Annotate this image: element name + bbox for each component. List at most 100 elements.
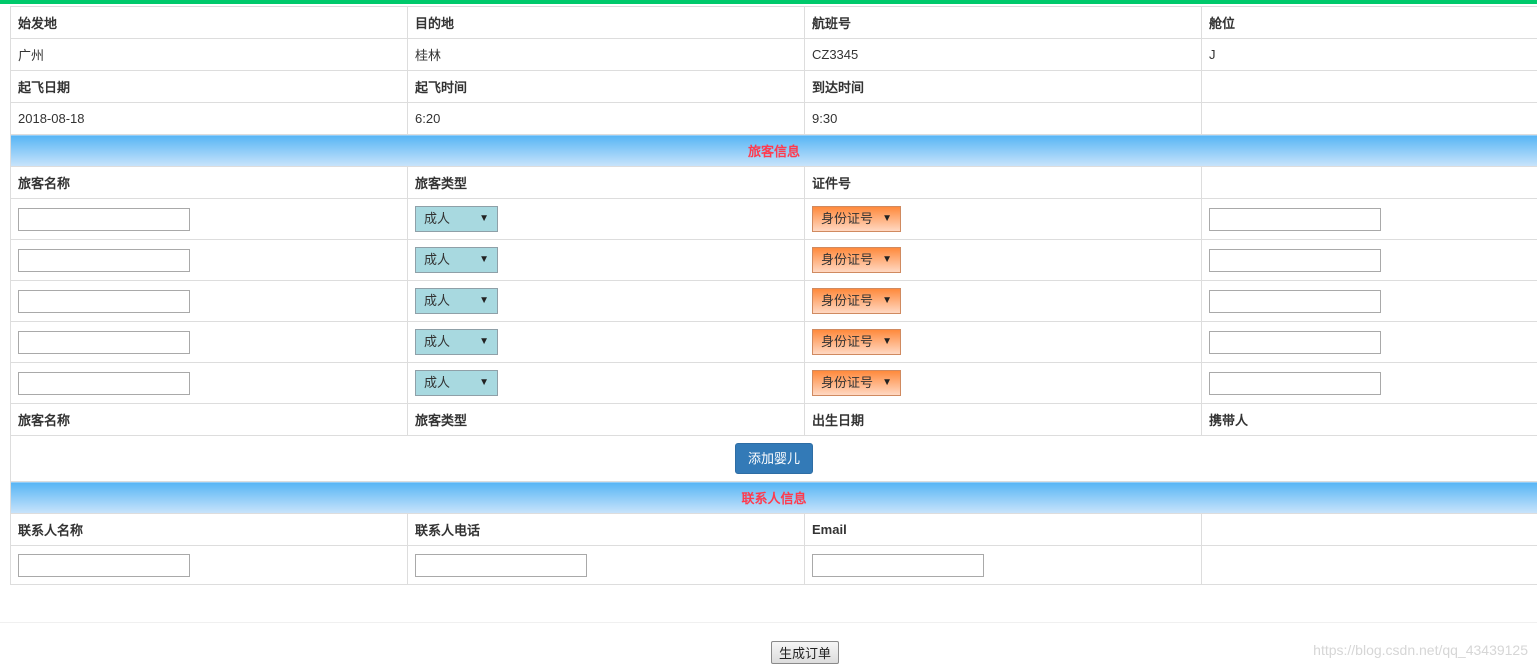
contact-header-row: 联系人名称 联系人电话 Email [10, 513, 1537, 546]
top-accent-bar [0, 0, 1537, 4]
order-form-table: 始发地 目的地 航班号 舱位 广州 桂林 CZ3345 J 起飞日期 起飞时间 … [10, 6, 1537, 585]
contact-name-input[interactable] [18, 553, 190, 577]
watermark: https://blog.csdn.net/qq_43439125 [1313, 642, 1528, 658]
id-number-cell [1201, 198, 1537, 240]
header-id-empty [1201, 166, 1537, 199]
chevron-down-icon: ▼ [882, 295, 892, 306]
value-arrival-time: 9:30 [804, 102, 1202, 135]
header-passenger-name: 旅客名称 [10, 166, 408, 199]
id-type-select[interactable]: 身份证号 ▼ [812, 329, 901, 355]
contact-name-cell [10, 545, 408, 585]
id-number-input[interactable] [1209, 330, 1381, 354]
generate-order-button[interactable]: 生成订单 [771, 641, 839, 664]
value-origin: 广州 [10, 38, 408, 71]
id-number-input[interactable] [1209, 248, 1381, 272]
id-type-cell: 身份证号 ▼ [804, 280, 1202, 322]
passenger-name-input[interactable] [18, 289, 190, 313]
passenger-name-cell [10, 280, 408, 322]
contact-input-row [10, 545, 1537, 585]
passenger-type-select[interactable]: 成人 ▼ [415, 370, 498, 396]
passenger-section-title: 旅客信息 [10, 134, 1537, 167]
passenger-name-input[interactable] [18, 330, 190, 354]
passenger-name-cell [10, 239, 408, 281]
passenger-row: 成人 ▼ 身份证号 ▼ [10, 362, 1537, 404]
passenger-section-row: 旅客信息 [10, 134, 1537, 167]
passenger-name-cell [10, 321, 408, 363]
value-departure-date: 2018-08-18 [10, 102, 408, 135]
passenger-name-cell [10, 198, 408, 240]
header-flight-number: 航班号 [804, 6, 1202, 39]
header-contact-email: Email [804, 513, 1202, 546]
header-birth-date: 出生日期 [804, 403, 1202, 436]
chevron-down-icon: ▼ [882, 213, 892, 224]
header-cabin: 舱位 [1201, 6, 1537, 39]
id-type-select[interactable]: 身份证号 ▼ [812, 288, 901, 314]
passenger-name-cell [10, 362, 408, 404]
passenger-row: 成人 ▼ 身份证号 ▼ [10, 239, 1537, 281]
passenger-type-select[interactable]: 成人 ▼ [415, 206, 498, 232]
footer-divider [0, 622, 1537, 623]
id-type-cell: 身份证号 ▼ [804, 362, 1202, 404]
value-departure-time: 6:20 [407, 102, 805, 135]
passenger-row: 成人 ▼ 身份证号 ▼ [10, 198, 1537, 240]
value-cabin: J [1201, 38, 1537, 71]
id-type-cell: 身份证号 ▼ [804, 239, 1202, 281]
id-type-select-value: 身份证号 [821, 293, 874, 308]
passenger-type-cell: 成人 ▼ [407, 321, 805, 363]
id-number-input[interactable] [1209, 207, 1381, 231]
passenger-type-cell: 成人 ▼ [407, 362, 805, 404]
add-infant-button[interactable]: 添加婴儿 [734, 443, 813, 474]
flight-time-value-row: 2018-08-18 6:20 9:30 [10, 102, 1537, 135]
flight-header-row: 始发地 目的地 航班号 舱位 [10, 6, 1537, 39]
header-destination: 目的地 [407, 6, 805, 39]
infant-header-row: 旅客名称 旅客类型 出生日期 携带人 [10, 403, 1537, 436]
id-number-cell [1201, 362, 1537, 404]
id-number-cell [1201, 239, 1537, 281]
id-type-cell: 身份证号 ▼ [804, 321, 1202, 363]
id-type-select[interactable]: 身份证号 ▼ [812, 370, 901, 396]
header-empty [1201, 70, 1537, 103]
header-contact-empty [1201, 513, 1537, 546]
chevron-down-icon: ▼ [479, 336, 489, 347]
header-departure-date: 起飞日期 [10, 70, 408, 103]
chevron-down-icon: ▼ [882, 377, 892, 388]
passenger-name-input[interactable] [18, 371, 190, 395]
passenger-type-select[interactable]: 成人 ▼ [415, 329, 498, 355]
passenger-type-select[interactable]: 成人 ▼ [415, 247, 498, 273]
header-origin: 始发地 [10, 6, 408, 39]
chevron-down-icon: ▼ [479, 213, 489, 224]
header-contact-phone: 联系人电话 [407, 513, 805, 546]
value-flight-number: CZ3345 [804, 38, 1202, 71]
contact-email-input[interactable] [812, 553, 984, 577]
contact-empty-cell [1201, 545, 1537, 585]
chevron-down-icon: ▼ [479, 377, 489, 388]
passenger-type-cell: 成人 ▼ [407, 280, 805, 322]
header-arrival-time: 到达时间 [804, 70, 1202, 103]
contact-email-cell [804, 545, 1202, 585]
id-number-input[interactable] [1209, 371, 1381, 395]
passenger-name-input[interactable] [18, 248, 190, 272]
passenger-name-input[interactable] [18, 207, 190, 231]
id-type-select[interactable]: 身份证号 ▼ [812, 247, 901, 273]
flight-time-header-row: 起飞日期 起飞时间 到达时间 [10, 70, 1537, 103]
contact-phone-input[interactable] [415, 553, 587, 577]
header-infant-name: 旅客名称 [10, 403, 408, 436]
id-type-select-value: 身份证号 [821, 252, 874, 267]
header-passenger-type: 旅客类型 [407, 166, 805, 199]
id-type-select[interactable]: 身份证号 ▼ [812, 206, 901, 232]
header-guardian: 携带人 [1201, 403, 1537, 436]
passenger-type-select-value: 成人 [424, 252, 451, 267]
chevron-down-icon: ▼ [882, 336, 892, 347]
chevron-down-icon: ▼ [882, 254, 892, 265]
passenger-type-select-value: 成人 [424, 211, 451, 226]
header-departure-time: 起飞时间 [407, 70, 805, 103]
header-infant-type: 旅客类型 [407, 403, 805, 436]
id-number-input[interactable] [1209, 289, 1381, 313]
passenger-type-select[interactable]: 成人 ▼ [415, 288, 498, 314]
id-number-cell [1201, 321, 1537, 363]
flight-value-row: 广州 桂林 CZ3345 J [10, 38, 1537, 71]
id-type-select-value: 身份证号 [821, 211, 874, 226]
passenger-row: 成人 ▼ 身份证号 ▼ [10, 280, 1537, 322]
id-type-select-value: 身份证号 [821, 334, 874, 349]
add-infant-row: 添加婴儿 [10, 435, 1537, 482]
